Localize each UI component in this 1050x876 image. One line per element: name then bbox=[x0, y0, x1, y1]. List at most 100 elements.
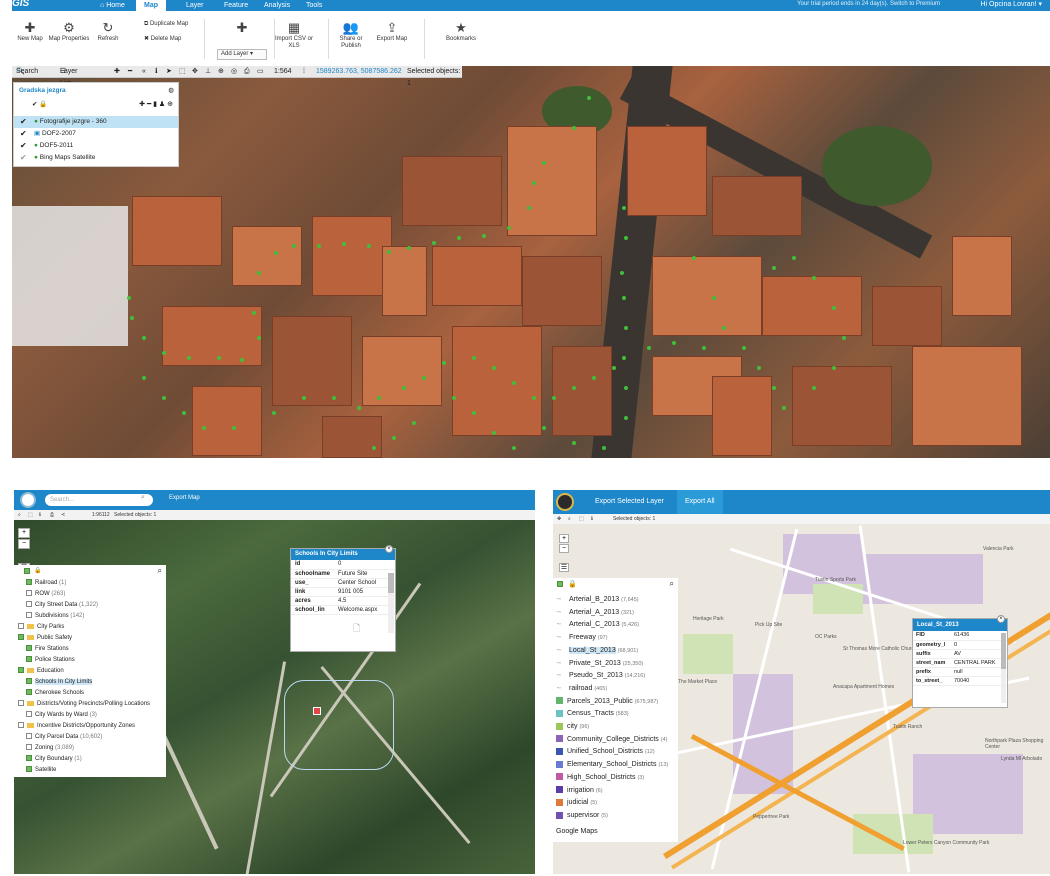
layer-row[interactable]: Elementary_School_Districts (13) bbox=[556, 759, 668, 770]
check-icon[interactable]: ✔ bbox=[20, 116, 27, 128]
layer-checkbox[interactable] bbox=[26, 656, 32, 663]
selected-school-marker[interactable] bbox=[313, 707, 321, 715]
photo-point-marker[interactable] bbox=[602, 446, 606, 450]
document-icon[interactable]: 🗋 bbox=[353, 621, 360, 637]
add-layer-plus[interactable]: ✚ bbox=[221, 19, 263, 36]
photo-point-marker[interactable] bbox=[532, 396, 536, 400]
photo-point-marker[interactable] bbox=[332, 396, 336, 400]
photo-point-marker[interactable] bbox=[572, 386, 576, 390]
layer-checkbox[interactable] bbox=[26, 678, 32, 685]
photo-point-marker[interactable] bbox=[612, 366, 616, 370]
photo-point-marker[interactable] bbox=[292, 244, 296, 248]
layer-row[interactable]: ✔ ● Bing Maps Satellite bbox=[14, 152, 178, 164]
layer-checkbox[interactable] bbox=[18, 623, 24, 630]
print-icon[interactable]: ⎙ bbox=[244, 66, 250, 78]
layer-row[interactable]: ∼ Arterial_A_2013 (321) bbox=[556, 607, 634, 618]
export-all-button[interactable]: Export All bbox=[677, 490, 723, 514]
photo-point-marker[interactable] bbox=[274, 251, 278, 255]
popup-scrollbar[interactable] bbox=[388, 573, 394, 633]
photo-point-marker[interactable] bbox=[512, 381, 516, 385]
photo-point-marker[interactable] bbox=[162, 351, 166, 355]
layer-checkbox[interactable] bbox=[18, 634, 24, 641]
layer-row[interactable]: Zoning (3,089) bbox=[26, 744, 74, 753]
measure-icon[interactable]: ⊥ bbox=[205, 66, 211, 78]
zoom-in-icon[interactable]: ✚ bbox=[114, 66, 120, 78]
check-all-icon[interactable]: ✔ 🔒 bbox=[32, 100, 47, 108]
add-layer-dropdown[interactable]: Add Layer ▾ bbox=[217, 49, 267, 60]
import-csv-button[interactable]: ▦ Import CSV or XLS bbox=[273, 19, 315, 50]
pan-icon[interactable]: ✥ bbox=[192, 66, 198, 78]
photo-point-marker[interactable] bbox=[442, 361, 446, 365]
layer-checkbox[interactable] bbox=[26, 744, 32, 751]
photo-point-marker[interactable] bbox=[457, 236, 461, 240]
layer-row[interactable]: Parcels_2013_Public (675,987) bbox=[556, 696, 658, 707]
scrollbar-thumb[interactable] bbox=[1001, 633, 1006, 669]
photo-point-marker[interactable] bbox=[712, 296, 716, 300]
photo-point-marker[interactable] bbox=[702, 346, 706, 350]
photo-point-marker[interactable] bbox=[402, 386, 406, 390]
photo-point-marker[interactable] bbox=[252, 311, 256, 315]
photo-point-marker[interactable] bbox=[772, 266, 776, 270]
layer-row[interactable]: Satellite bbox=[26, 766, 56, 775]
zoom-in-button[interactable]: + bbox=[559, 534, 569, 543]
layer-row[interactable]: City Street Data (1,322) bbox=[26, 601, 98, 610]
menu-analysis[interactable]: Analysis bbox=[256, 0, 298, 11]
photo-point-marker[interactable] bbox=[130, 316, 134, 320]
new-map-button[interactable]: ✚ New Map bbox=[9, 19, 51, 43]
photo-point-marker[interactable] bbox=[232, 426, 236, 430]
photo-point-marker[interactable] bbox=[142, 336, 146, 340]
photo-point-marker[interactable] bbox=[257, 336, 261, 340]
print-icon[interactable]: ⎙ bbox=[50, 510, 54, 520]
close-icon[interactable]: × bbox=[385, 545, 393, 553]
layer-folder[interactable]: Education bbox=[18, 667, 64, 676]
photo-point-marker[interactable] bbox=[722, 326, 726, 330]
photo-point-marker[interactable] bbox=[812, 386, 816, 390]
photo-point-marker[interactable] bbox=[552, 396, 556, 400]
photo-point-marker[interactable] bbox=[367, 244, 371, 248]
layer-row[interactable]: Census_Tracts (583) bbox=[556, 708, 629, 719]
photo-point-marker[interactable] bbox=[257, 271, 261, 275]
layer-folder[interactable]: Districts/Voting Precincts/Polling Locat… bbox=[18, 700, 150, 709]
layer-checkbox[interactable] bbox=[18, 700, 24, 707]
refresh-button[interactable]: ↻ Refresh bbox=[87, 19, 129, 43]
photo-point-marker[interactable] bbox=[647, 346, 651, 350]
photo-point-marker[interactable] bbox=[377, 396, 381, 400]
search-input[interactable]: Search... bbox=[45, 494, 153, 506]
photo-point-marker[interactable] bbox=[832, 366, 836, 370]
info-icon[interactable]: ℹ bbox=[155, 66, 158, 78]
layer-row[interactable]: Fire Stations bbox=[26, 645, 69, 654]
share-publish-button[interactable]: 👥 Share or Publish bbox=[330, 19, 372, 50]
layer-row[interactable]: city (96) bbox=[556, 721, 589, 732]
close-icon[interactable]: × bbox=[997, 615, 1005, 623]
photo-point-marker[interactable] bbox=[782, 406, 786, 410]
photo-point-marker[interactable] bbox=[240, 358, 244, 362]
photo-point-marker[interactable] bbox=[792, 256, 796, 260]
layer-row[interactable]: Community_College_Districts (4) bbox=[556, 734, 668, 745]
layer-folder[interactable]: City Parks bbox=[18, 623, 64, 632]
locate-icon[interactable]: ◎ bbox=[231, 66, 237, 78]
photo-point-marker[interactable] bbox=[272, 411, 276, 415]
share-icon[interactable]: ≺ bbox=[61, 510, 65, 520]
magnify-icon[interactable]: ⊕ bbox=[218, 66, 224, 78]
photo-point-marker[interactable] bbox=[372, 446, 376, 450]
photo-point-marker[interactable] bbox=[527, 206, 531, 210]
layer-row[interactable]: City Parcel Data (10,602) bbox=[26, 733, 102, 742]
select-box-icon[interactable]: ⬚ bbox=[28, 510, 33, 520]
layer-row[interactable]: Subdivisions (142) bbox=[26, 612, 84, 621]
zoom-out-button[interactable]: − bbox=[18, 539, 30, 549]
map-properties-button[interactable]: ⚙ Map Properties bbox=[48, 19, 90, 43]
export-selected-layer-button[interactable]: Export Selected Layer bbox=[587, 490, 672, 514]
layer-row[interactable]: supervisor (5) bbox=[556, 810, 608, 821]
photo-point-marker[interactable] bbox=[217, 356, 221, 360]
layer-folder[interactable]: Public Safety bbox=[18, 634, 72, 643]
photo-point-marker[interactable] bbox=[832, 306, 836, 310]
search-icon[interactable]: ⌕ bbox=[670, 579, 674, 589]
photo-point-marker[interactable] bbox=[572, 441, 576, 445]
photo-point-marker[interactable] bbox=[387, 250, 391, 254]
photo-point-marker[interactable] bbox=[492, 366, 496, 370]
photo-point-marker[interactable] bbox=[542, 426, 546, 430]
layer-checkbox[interactable] bbox=[26, 612, 32, 619]
layer-checkbox[interactable] bbox=[26, 689, 32, 696]
search-icon[interactable]: ⌕ bbox=[141, 494, 145, 502]
zoom-out-button[interactable]: − bbox=[559, 544, 569, 553]
